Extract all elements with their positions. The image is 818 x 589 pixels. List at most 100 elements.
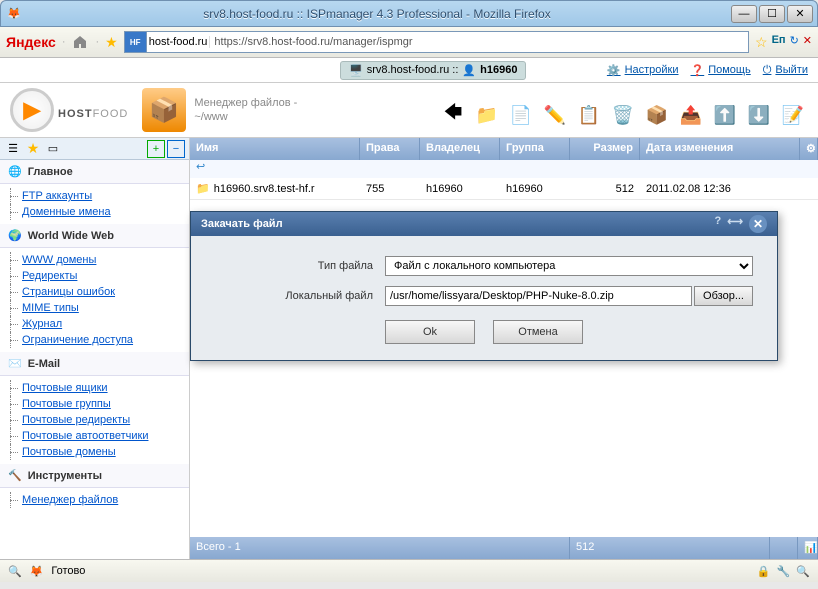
home-icon[interactable] — [71, 33, 89, 51]
up-icon: ↩ — [196, 161, 205, 173]
window-titlebar: 🦊 srv8.host-food.ru :: ISPmanager 4.3 Pr… — [0, 0, 818, 27]
window-title: srv8.host-food.ru :: ISPmanager 4.3 Prof… — [23, 7, 731, 21]
properties-button[interactable]: 📝 — [778, 100, 808, 130]
sidebar-item[interactable]: Редиректы — [0, 268, 189, 284]
col-date[interactable]: Дата изменения — [640, 138, 800, 160]
power-icon: ⏻ — [763, 64, 772, 77]
tools-icon[interactable]: 🔧 — [777, 565, 791, 578]
minimize-button[interactable]: — — [731, 5, 757, 23]
copy-button[interactable]: 📋 — [574, 100, 604, 130]
sidebar-item[interactable]: Почтовые автоответчики — [0, 428, 189, 444]
edit-button[interactable]: ✏️ — [540, 100, 570, 130]
archive-button[interactable]: 📦 — [642, 100, 672, 130]
sidebar-item[interactable]: FTP аккаунты — [0, 188, 189, 204]
tab-panel-icon[interactable]: ▭ — [44, 140, 62, 158]
up-folder-row[interactable]: ↩ — [190, 160, 818, 178]
sidebar-item[interactable]: MIME типы — [0, 300, 189, 316]
expand-icon[interactable]: + — [147, 140, 165, 158]
tools-icon: 🔨 — [8, 469, 22, 482]
local-file-label: Локальный файл — [215, 290, 385, 302]
new-folder-button[interactable]: 📁 — [472, 100, 502, 130]
www-icon: 🌍 — [8, 229, 22, 242]
sidebar-tabs: ☰ ★ ▭ + − — [0, 138, 189, 160]
dialog-help-icon[interactable]: ? — [714, 215, 721, 233]
delete-button[interactable]: 🗑️ — [608, 100, 638, 130]
new-file-button[interactable]: 📄 — [506, 100, 536, 130]
upload-button[interactable]: ⬆️ — [710, 100, 740, 130]
col-owner[interactable]: Владелец — [420, 138, 500, 160]
help-icon: ❓ — [691, 64, 705, 77]
sidebar-item[interactable]: Почтовые домены — [0, 444, 189, 460]
zoom-icon[interactable]: 🔍 — [796, 565, 810, 578]
sidebar-item[interactable]: Доменные имена — [0, 204, 189, 220]
col-size[interactable]: Размер — [570, 138, 640, 160]
sidebar-item[interactable]: Почтовые ящики — [0, 380, 189, 396]
stop-icon[interactable]: ✕ — [803, 34, 812, 51]
file-type-select[interactable]: Файл с локального компьютера — [385, 256, 753, 276]
firefox-icon: 🦊 — [5, 5, 23, 23]
col-settings-icon[interactable]: ⚙ — [800, 138, 818, 160]
url-bar[interactable]: HF host-food.ru https://srv8.host-food.r… — [124, 31, 749, 53]
export-icon[interactable]: 📊 — [798, 537, 818, 559]
status-bar: Всего - 1 512 📊 — [190, 537, 818, 559]
hostfood-logo: ▶ HOSTFOOD — [10, 88, 128, 132]
globe-icon: 🌐 — [8, 165, 22, 178]
local-file-input[interactable] — [385, 286, 692, 306]
col-perms[interactable]: Права — [360, 138, 420, 160]
settings-link[interactable]: ⚙️Настройки — [607, 64, 679, 77]
sidebar-item[interactable]: Ограничение доступа — [0, 332, 189, 348]
isp-topbar: 🖥️ srv8.host-food.ru :: 👤 h16960 ⚙️Настр… — [0, 58, 818, 83]
sidebar-item[interactable]: Почтовые редиректы — [0, 412, 189, 428]
gear-icon: ⚙️ — [607, 64, 621, 77]
sidebar: ☰ ★ ▭ + − 🌐Главное FTP аккаунтыДоменные и… — [0, 138, 190, 559]
exit-link[interactable]: ⏻Выйти — [763, 64, 808, 77]
toolbar: 🡄 📁 📄 ✏️ 📋 🗑️ 📦 📤 ⬆️ ⬇️ 📝 — [438, 90, 808, 130]
tab-list-icon[interactable]: ☰ — [4, 140, 22, 158]
help-link[interactable]: ❓Помощь — [691, 64, 751, 77]
sidebar-item[interactable]: Страницы ошибок — [0, 284, 189, 300]
sidebar-item[interactable]: Почтовые группы — [0, 396, 189, 412]
extract-button[interactable]: 📤 — [676, 100, 706, 130]
sidebar-section[interactable]: 🌍World Wide Web — [0, 224, 189, 248]
file-manager-icon: 📦 — [142, 88, 186, 132]
mail-icon: ✉️ — [8, 357, 22, 370]
page-title: Менеджер файлов - ~/www — [194, 96, 297, 125]
file-type-label: Тип файла — [215, 260, 385, 272]
site-favicon: HF — [125, 32, 147, 52]
table-row[interactable]: 📁h16960.srv8.test-hf.r755h16960h16960512… — [190, 178, 818, 200]
star-icon[interactable]: ☆ — [755, 34, 768, 51]
lock-icon: 🔒 — [757, 565, 771, 578]
url-path: https://srv8.host-food.ru/manager/ispmgr — [210, 36, 416, 48]
sidebar-item[interactable]: Менеджер файлов — [0, 492, 189, 508]
user-icon: 👤 — [462, 64, 476, 77]
bookmark-icon[interactable]: ★ — [105, 34, 118, 51]
status-total: Всего - 1 — [190, 537, 570, 559]
sidebar-item[interactable]: Журнал — [0, 316, 189, 332]
upload-dialog: Закачать файл ? ⟷ ✕ Тип файла Файл с лок… — [190, 211, 778, 361]
status-size: 512 — [570, 537, 770, 559]
status-text: Готово — [51, 565, 85, 577]
col-name[interactable]: Имя — [190, 138, 360, 160]
search-icon[interactable]: 🔍 — [8, 565, 22, 578]
yandex-logo[interactable]: Яндекс — [6, 34, 56, 50]
translate-icon[interactable]: Eп — [772, 34, 786, 51]
close-button[interactable]: ✕ — [787, 5, 813, 23]
header: ▶ HOSTFOOD 📦 Менеджер файлов - ~/www 🡄 📁… — [0, 83, 818, 138]
ok-button[interactable]: Ok — [385, 320, 475, 344]
cancel-button[interactable]: Отмена — [493, 320, 583, 344]
collapse-icon[interactable]: − — [167, 140, 185, 158]
col-group[interactable]: Группа — [500, 138, 570, 160]
tab-favorites-icon[interactable]: ★ — [24, 140, 42, 158]
dialog-close-icon[interactable]: ✕ — [749, 215, 767, 233]
dialog-expand-icon[interactable]: ⟷ — [727, 215, 743, 233]
reload-icon[interactable]: ↻ — [790, 34, 799, 51]
maximize-button[interactable]: ☐ — [759, 5, 785, 23]
sidebar-section[interactable]: 🔨Инструменты — [0, 464, 189, 488]
sidebar-section[interactable]: 🌐Главное — [0, 160, 189, 184]
dialog-titlebar[interactable]: Закачать файл ? ⟷ ✕ — [191, 212, 777, 236]
sidebar-item[interactable]: WWW домены — [0, 252, 189, 268]
download-button[interactable]: ⬇️ — [744, 100, 774, 130]
sidebar-section[interactable]: ✉️E-Mail — [0, 352, 189, 376]
browse-button[interactable]: Обзор... — [694, 286, 753, 306]
back-button[interactable]: 🡄 — [438, 100, 468, 130]
